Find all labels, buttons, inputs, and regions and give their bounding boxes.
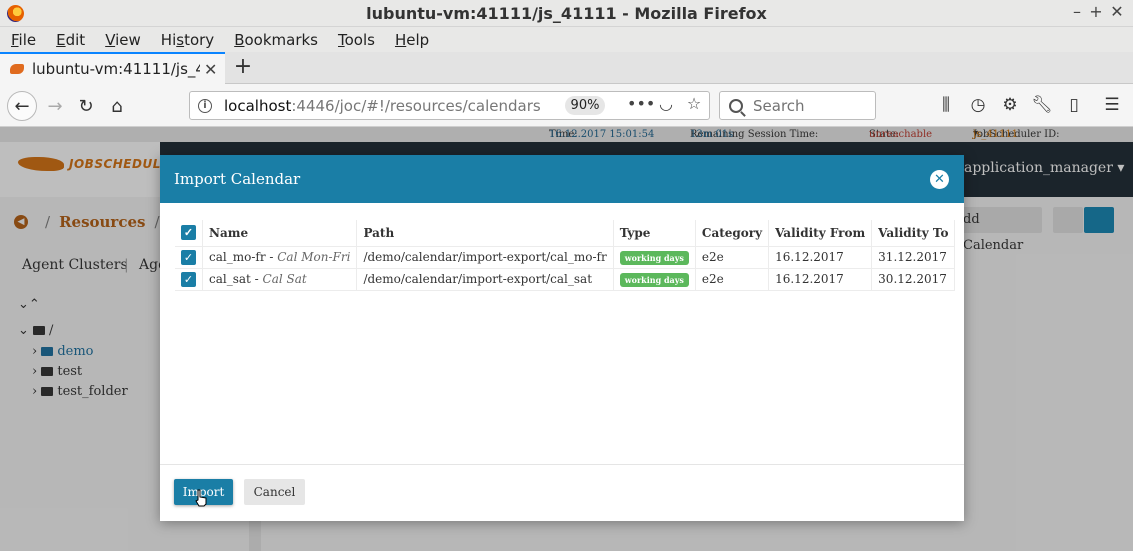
menu-history[interactable]: History <box>161 31 214 49</box>
row-select-cell: ✓ <box>175 245 203 269</box>
site-info-icon[interactable]: i <box>198 98 212 113</box>
close-icon[interactable]: ✕ <box>930 170 949 189</box>
hamburger-menu-icon[interactable]: ☰ <box>1100 93 1124 117</box>
tab-strip: lubuntu-vm:41111/js_41111 ✕ + <box>0 52 1133 84</box>
menu-file[interactable]: File <box>11 31 36 49</box>
row-checkbox[interactable]: ✓ <box>181 271 196 287</box>
window-title: lubuntu-vm:41111/js_41111 - Mozilla Fire… <box>366 3 767 23</box>
tab-close-icon[interactable]: ✕ <box>204 60 217 79</box>
cell-validity-from: 16.12.2017 <box>768 245 873 269</box>
zoom-indicator[interactable]: 90% <box>565 96 605 115</box>
history-clock-icon[interactable]: ◷ <box>966 93 990 117</box>
menu-view[interactable]: View <box>105 31 141 49</box>
menu-help[interactable]: Help <box>395 31 429 49</box>
modal-header: Import Calendar ✕ <box>160 155 964 203</box>
table-row[interactable]: ✓ cal_sat - Cal Sat /demo/calendar/impor… <box>175 267 956 291</box>
col-path[interactable]: Path <box>356 220 614 247</box>
table-row[interactable]: ✓ cal_mo-fr - Cal Mon-Fri /demo/calendar… <box>175 245 956 269</box>
calendar-table: ✓ Name Path Type Category Validity From … <box>175 220 956 291</box>
cell-path: /demo/calendar/import-export/cal_mo-fr <box>356 245 614 269</box>
bookmark-star-icon[interactable]: ☆ <box>683 94 705 113</box>
developer-wrench-icon[interactable]: 🔧︎ <box>1030 93 1054 117</box>
cell-validity-to: 31.12.2017 <box>871 245 956 269</box>
browser-tab[interactable]: lubuntu-vm:41111/js_41111 ✕ <box>0 52 225 84</box>
window-titlebar: lubuntu-vm:41111/js_41111 - Mozilla Fire… <box>0 0 1133 27</box>
import-calendar-modal: Import Calendar ✕ ✓ Name Path Type Categ… <box>160 155 964 521</box>
pocket-icon[interactable]: ◡ <box>655 94 677 113</box>
url-host: localhost <box>224 96 292 115</box>
page-actions-menu-icon[interactable]: ••• <box>627 94 655 113</box>
reload-icon[interactable]: ↻ <box>71 91 101 121</box>
calendar-table-wrap: ✓ Name Path Type Category Validity From … <box>175 220 956 291</box>
cell-category: e2e <box>694 245 770 269</box>
select-all-checkbox[interactable]: ✓ <box>181 225 196 241</box>
col-name[interactable]: Name <box>201 220 358 247</box>
settings-gear-icon[interactable]: ⚙ <box>998 93 1022 117</box>
cell-name: cal_sat - Cal Sat <box>201 267 358 291</box>
new-tab-icon[interactable]: + <box>231 54 255 79</box>
back-arrow-icon[interactable]: ← <box>7 91 37 121</box>
cell-path: /demo/calendar/import-export/cal_sat <box>356 267 614 291</box>
type-badge: working days <box>619 272 689 287</box>
cell-validity-to: 30.12.2017 <box>871 267 956 291</box>
menu-edit[interactable]: Edit <box>56 31 85 49</box>
sidebar-toggle-icon[interactable]: ▯ <box>1062 93 1086 117</box>
row-checkbox[interactable]: ✓ <box>181 249 196 265</box>
menu-tools[interactable]: Tools <box>338 31 375 49</box>
type-badge: working days <box>619 250 689 265</box>
cell-name: cal_mo-fr - Cal Mon-Fri <box>201 245 358 269</box>
row-select-cell: ✓ <box>175 267 203 291</box>
hand-cursor-icon <box>195 489 207 507</box>
col-category[interactable]: Category <box>694 220 770 247</box>
col-validity-to[interactable]: Validity To <box>871 220 956 247</box>
modal-title: Import Calendar <box>174 170 301 188</box>
navigation-toolbar: ← → ↻ ⌂ i localhost:4446/joc/#!/resource… <box>0 84 1133 127</box>
search-box[interactable] <box>719 91 876 120</box>
library-icon[interactable]: ⫼ <box>934 93 958 117</box>
menu-bookmarks[interactable]: Bookmarks <box>234 31 318 49</box>
col-type[interactable]: Type <box>612 220 696 247</box>
forward-arrow-icon[interactable]: → <box>40 91 70 121</box>
menu-bar: File Edit View History Bookmarks Tools H… <box>0 27 1133 52</box>
cancel-button[interactable]: Cancel <box>244 479 305 505</box>
select-all-cell: ✓ <box>175 220 203 247</box>
search-icon <box>729 98 743 113</box>
cell-type: working days <box>612 245 696 269</box>
cell-type: working days <box>612 267 696 291</box>
jobscheduler-favicon-icon <box>10 64 24 74</box>
home-icon[interactable]: ⌂ <box>102 91 132 121</box>
modal-footer: Import Cancel <box>160 464 964 521</box>
maximize-icon[interactable]: + <box>1085 2 1107 21</box>
firefox-app-icon <box>7 5 24 22</box>
table-header-row: ✓ Name Path Type Category Validity From … <box>175 220 956 247</box>
close-window-icon[interactable]: ✕ <box>1106 2 1128 21</box>
tab-title: lubuntu-vm:41111/js_41111 <box>32 60 200 78</box>
cell-category: e2e <box>694 267 770 291</box>
cell-validity-from: 16.12.2017 <box>768 267 873 291</box>
url-path: :4446/joc/#!/resources/calendars <box>291 96 541 115</box>
url-text[interactable]: localhost:4446/joc/#!/resources/calendar… <box>224 97 541 115</box>
url-bar[interactable]: i localhost:4446/joc/#!/resources/calend… <box>189 91 710 120</box>
col-validity-from[interactable]: Validity From <box>768 220 873 247</box>
search-input[interactable] <box>753 96 863 115</box>
